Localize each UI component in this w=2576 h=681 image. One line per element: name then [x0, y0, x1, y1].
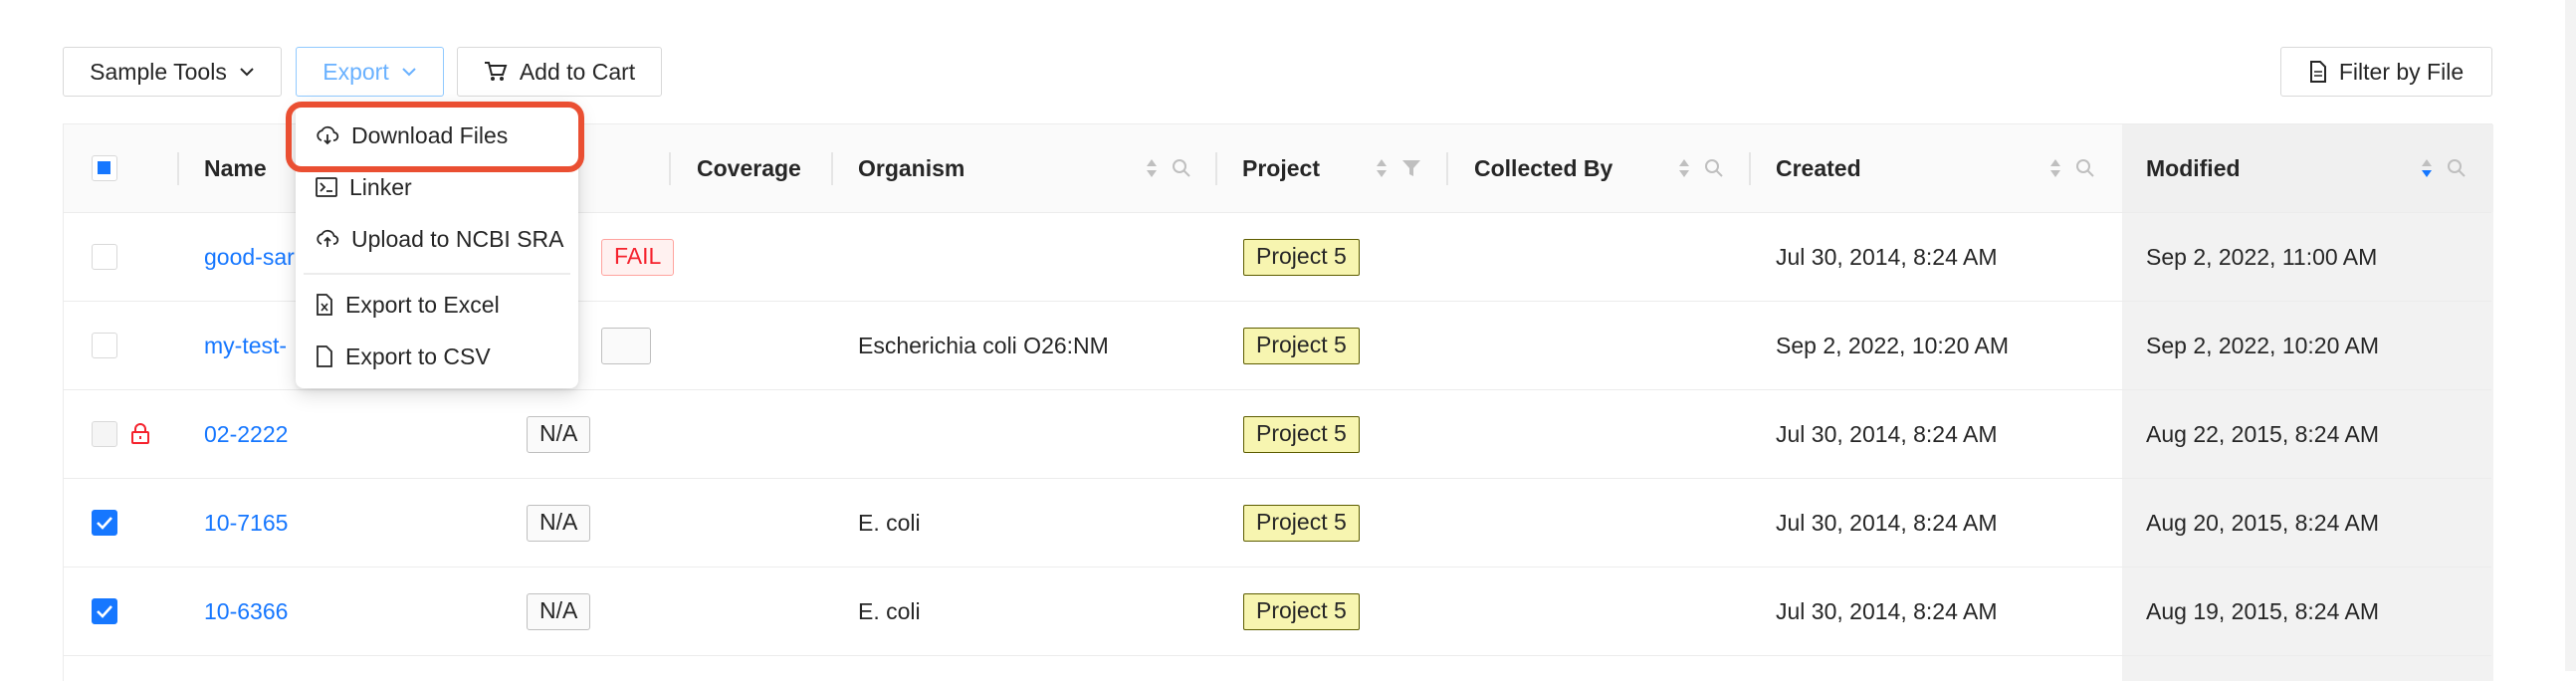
- row-checkbox[interactable]: [92, 421, 117, 447]
- sample-name-link[interactable]: 10-6366: [204, 568, 288, 656]
- created-cell: Jul 30, 2014, 8:24 AM: [1776, 598, 1998, 624]
- table-row[interactable]: 10-6366 N/A E. coli Project 5 Jul 30, 20…: [64, 568, 2491, 656]
- file-icon: [2309, 61, 2326, 83]
- menu-item-export-excel[interactable]: Export to Excel: [296, 280, 578, 330]
- sample-tools-button[interactable]: Sample Tools: [63, 47, 282, 97]
- export-button[interactable]: Export: [296, 47, 444, 97]
- terminal-icon: [316, 177, 337, 197]
- menu-divider: [304, 273, 570, 275]
- menu-item-label: Linker: [349, 173, 412, 200]
- sample-name-link[interactable]: 02-2222: [204, 390, 288, 479]
- column-header-collected-by[interactable]: Collected By: [1474, 124, 1612, 213]
- sample-tools-label: Sample Tools: [90, 58, 227, 85]
- filter-by-file-button[interactable]: Filter by File: [2280, 47, 2492, 97]
- modified-cell: Aug 19, 2015, 8:24 AM: [2146, 598, 2380, 624]
- menu-item-label: Export to CSV: [345, 342, 491, 369]
- organism-cell: E. coli: [858, 598, 921, 624]
- add-to-cart-button[interactable]: Add to Cart: [457, 47, 662, 97]
- search-icon[interactable]: [1704, 158, 1724, 178]
- organism-cell: Escherichia coli O26:NM: [858, 333, 1109, 358]
- created-cell: Jul 30, 2014, 8:24 AM: [1776, 421, 1998, 447]
- modified-cell: Aug 20, 2015, 8:24 AM: [2146, 510, 2380, 536]
- created-cell: Sep 2, 2022, 10:20 AM: [1776, 333, 2010, 358]
- search-icon[interactable]: [2447, 158, 2467, 178]
- created-cell: Jul 30, 2014, 8:24 AM: [1776, 244, 1998, 270]
- organism-cell: E. coli: [858, 510, 921, 536]
- modified-cell: Sep 2, 2022, 10:20 AM: [2146, 333, 2380, 358]
- filter-by-file-label: Filter by File: [2338, 58, 2465, 85]
- select-all-checkbox[interactable]: [92, 155, 117, 181]
- sort-icon[interactable]: [1146, 157, 1158, 179]
- sort-icon[interactable]: [2049, 157, 2061, 179]
- modified-cell: Sep 2, 2022, 11:00 AM: [2146, 244, 2378, 270]
- qc-status-tag: N/A: [527, 593, 591, 630]
- export-label: Export: [322, 58, 389, 85]
- vertical-scrollbar[interactable]: [2565, 0, 2576, 671]
- qc-status-tag: FAIL: [601, 239, 675, 276]
- search-icon[interactable]: [1172, 158, 1191, 178]
- row-checkbox[interactable]: [92, 598, 117, 624]
- column-header-name[interactable]: Name: [204, 124, 267, 213]
- sample-name-link[interactable]: 10-7165: [204, 479, 288, 568]
- table-row[interactable]: 02-2222 N/A Project 5 Jul 30, 2014, 8:24…: [64, 390, 2491, 479]
- sort-icon[interactable]: [1678, 157, 1690, 179]
- project-tag: Project 5: [1243, 328, 1360, 364]
- qc-status-tag: [601, 328, 651, 364]
- filter-icon[interactable]: [1401, 158, 1421, 178]
- sort-descending-icon[interactable]: [2421, 157, 2433, 179]
- project-tag: Project 5: [1243, 505, 1360, 542]
- qc-status-tag: N/A: [527, 505, 591, 542]
- add-to-cart-label: Add to Cart: [519, 58, 636, 85]
- column-header-created[interactable]: Created: [1776, 124, 1861, 213]
- column-header-organism[interactable]: Organism: [858, 124, 965, 213]
- created-cell: Jul 30, 2014, 8:24 AM: [1776, 510, 1998, 536]
- project-tag: Project 5: [1243, 239, 1360, 276]
- checkmark-icon: [97, 605, 112, 618]
- menu-item-upload-ncbi-sra[interactable]: Upload to NCBI SRA: [296, 214, 578, 264]
- chevron-down-icon: [240, 68, 254, 77]
- column-header-modified[interactable]: Modified: [2146, 124, 2241, 213]
- search-icon[interactable]: [2075, 158, 2095, 178]
- column-header-coverage[interactable]: Coverage: [697, 124, 801, 213]
- download-files-highlight-outline: [286, 102, 584, 172]
- row-checkbox[interactable]: [92, 244, 117, 270]
- project-tag: Project 5: [1243, 593, 1360, 630]
- table-row[interactable]: 10-7165 N/A E. coli Project 5 Jul 30, 20…: [64, 479, 2491, 568]
- sample-name-link[interactable]: my-test-: [204, 302, 287, 390]
- excel-file-icon: [317, 294, 332, 316]
- sort-icon[interactable]: [1376, 157, 1388, 179]
- menu-item-label: Export to Excel: [345, 291, 500, 318]
- checkmark-icon: [97, 517, 112, 530]
- lock-icon: [131, 423, 149, 444]
- row-checkbox[interactable]: [92, 333, 117, 358]
- cart-icon: [484, 62, 508, 81]
- modified-cell: Aug 22, 2015, 8:24 AM: [2146, 421, 2380, 447]
- row-checkbox[interactable]: [92, 510, 117, 536]
- project-tag: Project 5: [1243, 416, 1360, 453]
- column-header-project[interactable]: Project: [1242, 124, 1320, 213]
- menu-item-label: Upload to NCBI SRA: [351, 225, 564, 252]
- cloud-upload-icon: [317, 229, 339, 247]
- menu-item-export-csv[interactable]: Export to CSV: [296, 332, 578, 381]
- chevron-down-icon: [402, 68, 416, 77]
- qc-status-tag: N/A: [527, 416, 591, 453]
- sample-name-link[interactable]: good-sar: [204, 213, 295, 302]
- file-icon: [317, 345, 332, 367]
